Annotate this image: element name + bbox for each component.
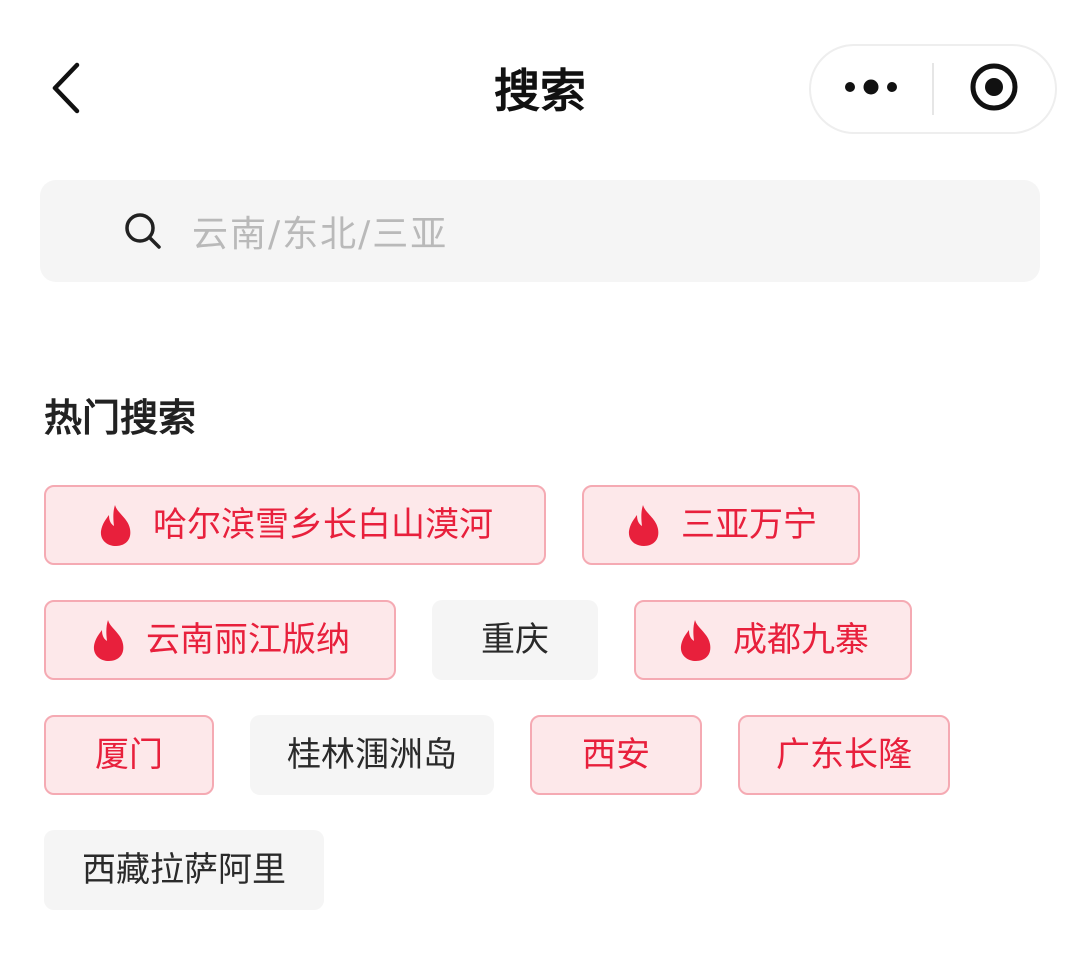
fire-icon (90, 618, 128, 662)
hot-search-tag[interactable]: 西藏拉萨阿里 (44, 830, 324, 910)
mini-program-capsule (809, 44, 1057, 134)
tag-label: 西安 (582, 735, 650, 775)
tag-label: 哈尔滨雪乡长白山漠河 (153, 505, 493, 545)
tag-label: 重庆 (481, 620, 549, 660)
hot-search-tag[interactable]: 广东长隆 (738, 715, 950, 795)
tag-label: 云南丽江版纳 (146, 620, 350, 660)
hot-search-title: 热门搜索 (44, 396, 197, 440)
back-button[interactable] (36, 52, 96, 128)
hot-search-tag[interactable]: 桂林涠洲岛 (250, 715, 494, 795)
tag-label: 成都九寨 (733, 620, 869, 660)
hot-search-tag[interactable]: 重庆 (432, 600, 598, 680)
chevron-left-icon (50, 60, 82, 120)
more-dots-icon (844, 79, 900, 99)
hot-search-tag[interactable]: 成都九寨 (634, 600, 912, 680)
tag-label: 西藏拉萨阿里 (82, 850, 286, 890)
fire-icon (625, 503, 663, 547)
hot-search-tag[interactable]: 西安 (530, 715, 702, 795)
close-button[interactable] (934, 46, 1055, 132)
fire-icon (677, 618, 715, 662)
search-placeholder: 云南/东北/三亚 (192, 214, 449, 255)
hot-search-tag[interactable]: 厦门 (44, 715, 214, 795)
target-circle-icon (968, 61, 1020, 117)
hot-search-tag[interactable]: 云南丽江版纳 (44, 600, 396, 680)
nav-bar: 搜索 (0, 0, 1080, 180)
hot-search-tag[interactable]: 哈尔滨雪乡长白山漠河 (44, 485, 546, 565)
fire-icon (97, 503, 135, 547)
tag-label: 广东长隆 (776, 735, 912, 775)
tag-label: 厦门 (95, 735, 163, 775)
more-button[interactable] (811, 46, 932, 132)
tag-label: 三亚万宁 (681, 505, 817, 545)
search-icon (122, 210, 164, 252)
tag-label: 桂林涠洲岛 (287, 735, 457, 775)
hot-search-tag[interactable]: 三亚万宁 (582, 485, 860, 565)
search-input[interactable]: 云南/东北/三亚 (40, 180, 1040, 282)
